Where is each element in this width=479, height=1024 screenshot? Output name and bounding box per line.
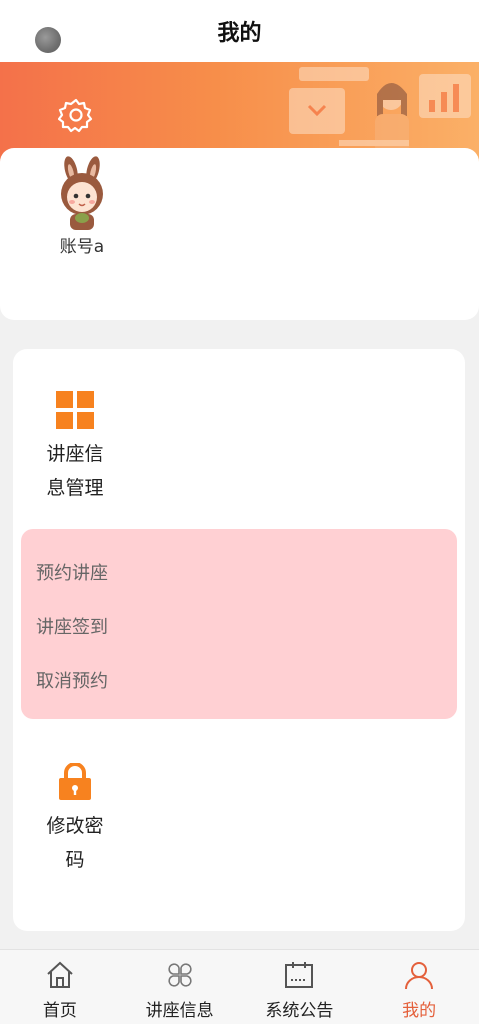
home-icon xyxy=(47,961,73,988)
header-bar: 我的 xyxy=(0,0,479,62)
lecture-management-label: 讲座信息管理 xyxy=(46,443,104,499)
banner-illustration xyxy=(289,67,471,154)
username: 账号a xyxy=(59,237,105,257)
page-title: 我的 xyxy=(217,21,262,46)
user-icon xyxy=(405,962,434,990)
tab-lecture-info-label: 讲座信息 xyxy=(145,1001,214,1021)
lecture-management-entry[interactable]: 讲座信息管理 xyxy=(20,391,130,505)
notice-icon xyxy=(285,962,314,988)
change-password-entry[interactable]: 修改密码 xyxy=(20,763,130,877)
change-password-label: 修改密码 xyxy=(46,815,104,871)
submenu-item-cancel-booking[interactable]: 取消预约 xyxy=(36,667,108,693)
bottom-tabbar: 首页 讲座信息 系统公告 我的 xyxy=(0,949,479,1024)
submenu-item-lecture-checkin[interactable]: 讲座签到 xyxy=(36,613,108,639)
tab-lecture-info[interactable]: 讲座信息 xyxy=(120,950,240,1024)
menu-card: 讲座信息管理 预约讲座 讲座签到 取消预约 修改密码 xyxy=(13,349,465,931)
submenu-item-book-lecture[interactable]: 预约讲座 xyxy=(36,559,108,585)
profile-card: 账号a xyxy=(0,148,479,320)
lecture-submenu: 预约讲座 讲座签到 取消预约 xyxy=(21,529,457,719)
avatar[interactable] xyxy=(52,156,112,232)
tab-announcements-label: 系统公告 xyxy=(265,1001,334,1021)
settings-gear-icon[interactable] xyxy=(58,97,94,133)
lock-icon xyxy=(59,763,91,800)
tab-mine[interactable]: 我的 xyxy=(359,950,479,1024)
tab-announcements[interactable]: 系统公告 xyxy=(240,950,360,1024)
tab-home[interactable]: 首页 xyxy=(0,950,120,1024)
tab-mine-label: 我的 xyxy=(402,1001,437,1021)
grid-icon xyxy=(56,391,94,429)
clover-icon xyxy=(167,963,192,987)
tab-home-label: 首页 xyxy=(42,1001,77,1021)
